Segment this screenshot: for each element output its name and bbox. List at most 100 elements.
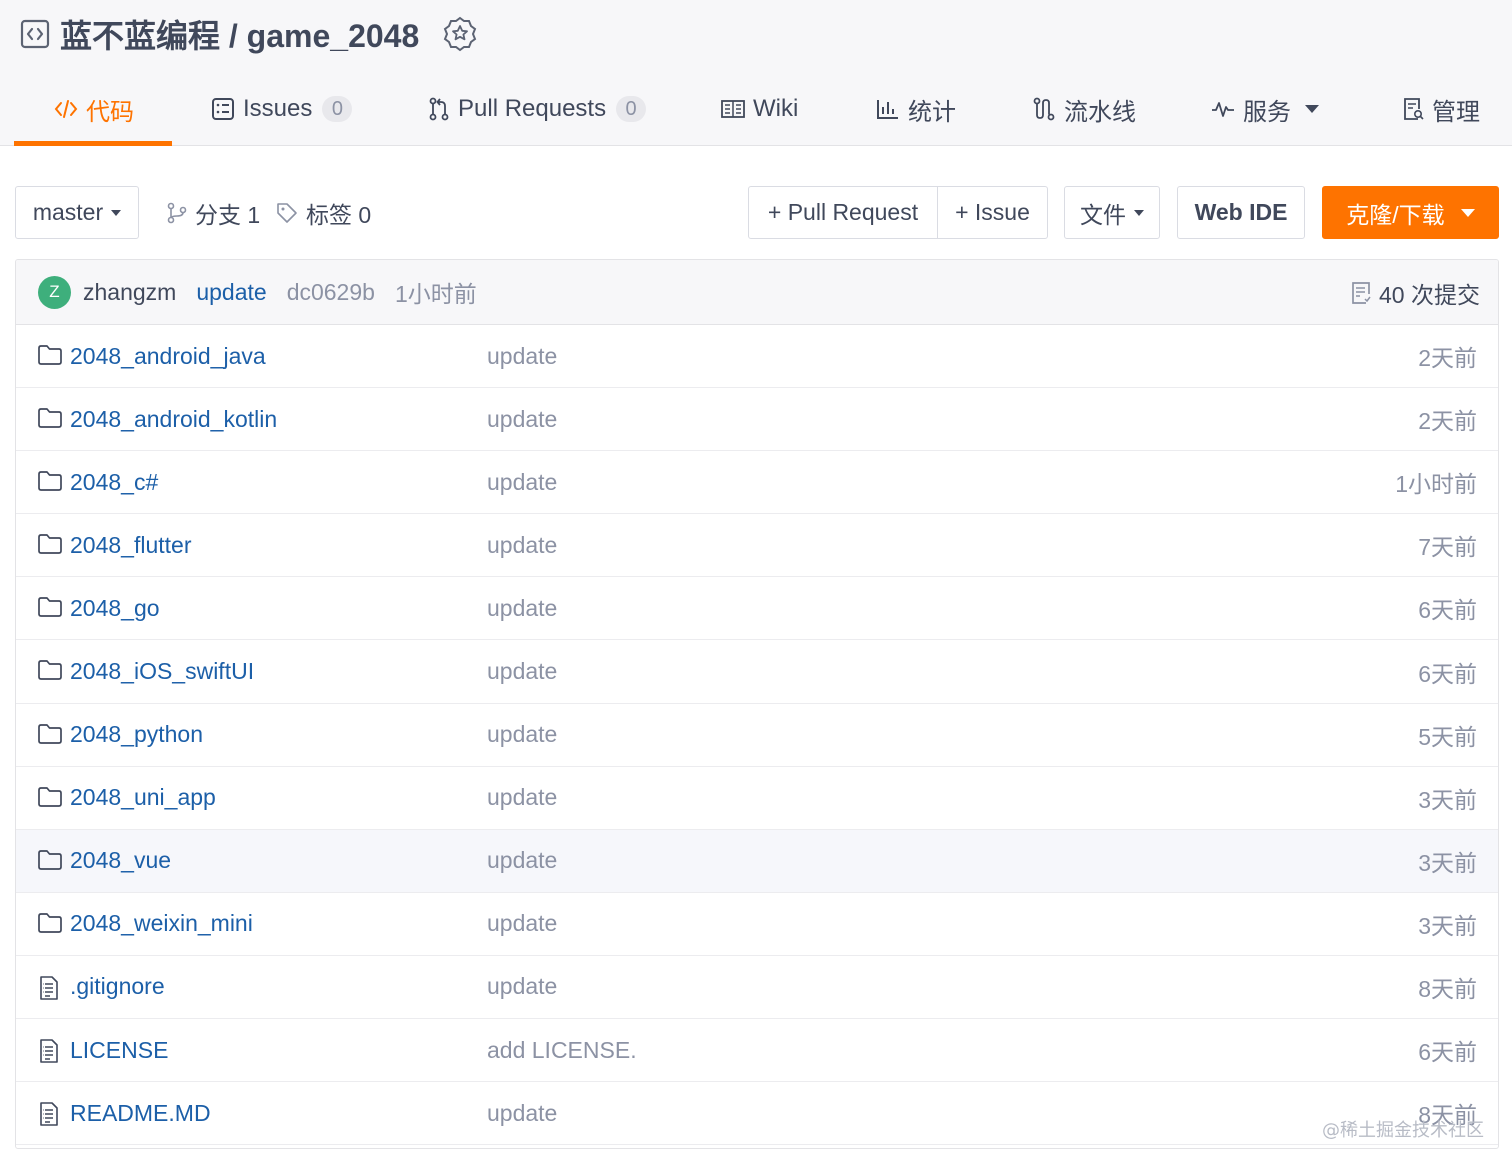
file-name-link[interactable]: 2048_vue [70, 847, 171, 874]
file-name-link[interactable]: .gitignore [70, 973, 165, 1000]
new-pull-request-button[interactable]: + Pull Request [748, 186, 938, 239]
repo-path-link[interactable]: 蓝不蓝编程 / game_2048 [60, 11, 419, 57]
chevron-down-icon [1134, 209, 1144, 216]
file-name-link[interactable]: 2048_android_java [70, 343, 266, 370]
file-commit-message[interactable]: update [487, 406, 557, 433]
avatar[interactable]: Z [38, 275, 71, 309]
branches-count: 分支 1 [195, 201, 261, 228]
table-row[interactable]: 2048_android_java update 2天前 [16, 325, 1498, 389]
file-commit-message[interactable]: update [487, 343, 557, 370]
file-commit-message[interactable]: update [487, 1100, 557, 1127]
folder-icon [37, 659, 63, 683]
tab-pipeline-label: 流水线 [1064, 98, 1136, 126]
file-commit-message[interactable]: update [487, 658, 557, 685]
file-commit-message[interactable]: update [487, 973, 557, 1000]
commit-count-link[interactable]: 40 次提交 [1351, 260, 1480, 325]
file-commit-message[interactable]: update [487, 469, 557, 496]
file-name-link[interactable]: 2048_python [70, 721, 203, 748]
tab-issues-label: Issues [243, 95, 313, 122]
web-ide-button[interactable]: Web IDE [1177, 186, 1305, 239]
table-row[interactable]: .gitignore update 8天前 [16, 956, 1498, 1020]
table-row[interactable]: 2048_weixin_mini update 3天前 [16, 893, 1498, 956]
file-icon [37, 1038, 63, 1063]
folder-icon [37, 912, 63, 936]
file-name-link[interactable]: LICENSE [70, 1037, 168, 1064]
file-commit-message[interactable]: update [487, 847, 557, 874]
tab-stats[interactable]: 统计 [876, 72, 956, 146]
file-commit-time: 8天前 [1418, 975, 1477, 1002]
file-commit-time: 2天前 [1418, 345, 1477, 372]
file-menu-label: 文件 [1080, 201, 1126, 228]
table-row[interactable]: 2048_python update 5天前 [16, 704, 1498, 767]
table-row[interactable]: 2048_vue update 3天前 [16, 829, 1498, 893]
pipeline-icon [1033, 97, 1055, 121]
branch-select-label: master [32, 199, 104, 225]
file-name-link[interactable]: 2048_flutter [70, 532, 191, 559]
file-commit-message[interactable]: add LICENSE. [487, 1037, 637, 1064]
file-commit-message[interactable]: update [487, 532, 557, 559]
folder-icon [37, 470, 63, 494]
tab-wiki[interactable]: Wiki [721, 72, 798, 146]
file-name-link[interactable]: 2048_c# [70, 469, 158, 496]
file-commit-time: 2天前 [1418, 408, 1477, 435]
repo-tabs: 代码 Issues 0 Pull Requests 0 Wiki 统计 流水线 [14, 72, 1498, 146]
new-issue-label: + Issue [955, 199, 1030, 225]
file-commit-time: 3天前 [1418, 912, 1477, 939]
file-name-link[interactable]: 2048_iOS_swiftUI [70, 658, 254, 685]
recommended-badge-icon[interactable] [443, 16, 477, 52]
file-commit-time: 3天前 [1418, 849, 1477, 876]
file-commit-time: 6天前 [1418, 1039, 1477, 1066]
commit-hash[interactable]: dc0629b [287, 279, 375, 306]
file-commit-message[interactable]: update [487, 595, 557, 622]
file-name-link[interactable]: 2048_go [70, 595, 160, 622]
watermark: @稀土掘金技术社区 [1322, 1120, 1484, 1141]
folder-icon [37, 849, 63, 873]
clone-download-button[interactable]: 克隆/下载 [1322, 186, 1499, 239]
clone-download-label: 克隆/下载 [1346, 201, 1445, 228]
tab-service-label: 服务 [1243, 98, 1291, 126]
table-row[interactable]: 2048_iOS_swiftUI update 6天前 [16, 640, 1498, 704]
repo-toolbar: master 分支 1 标签 0 + Pull Request + Issue … [15, 186, 1499, 240]
repo-header: 蓝不蓝编程 / game_2048 代码 Issues 0 Pull Reque… [0, 0, 1512, 146]
file-commit-message[interactable]: update [487, 910, 557, 937]
tab-code[interactable]: 代码 [54, 72, 134, 146]
file-name-link[interactable]: README.MD [70, 1100, 211, 1127]
table-row[interactable]: 2048_c# update 1小时前 [16, 451, 1498, 515]
file-commit-message[interactable]: update [487, 721, 557, 748]
tab-pipeline[interactable]: 流水线 [1032, 72, 1136, 146]
table-row[interactable]: 2048_android_kotlin update 2天前 [16, 388, 1498, 452]
folder-icon [37, 723, 63, 747]
file-name-link[interactable]: 2048_weixin_mini [70, 910, 253, 937]
tab-pull-requests[interactable]: Pull Requests 0 [428, 72, 647, 146]
table-row[interactable]: README.MD update 8天前 [16, 1082, 1498, 1146]
table-row[interactable]: 2048_uni_app update 3天前 [16, 767, 1498, 830]
file-rows: 2048_android_java update 2天前 2048_android_k… [16, 325, 1498, 1146]
branch-icon [167, 202, 187, 223]
tab-issues[interactable]: Issues 0 [211, 72, 353, 146]
branches-link[interactable]: 分支 1 [167, 186, 260, 239]
tags-count: 标签 0 [306, 201, 372, 228]
file-commit-time: 6天前 [1418, 597, 1477, 624]
file-menu-button[interactable]: 文件 [1064, 186, 1160, 239]
tags-link[interactable]: 标签 0 [276, 186, 371, 239]
file-commit-time: 5天前 [1418, 723, 1477, 750]
folder-icon [37, 786, 63, 810]
tab-manage[interactable]: 管理 [1402, 72, 1480, 146]
commit-message[interactable]: update [196, 279, 266, 306]
tab-service[interactable]: 服务 [1211, 72, 1319, 146]
branch-select[interactable]: master [15, 186, 139, 239]
chevron-down-icon [1460, 208, 1475, 217]
file-commit-message[interactable]: update [487, 784, 557, 811]
table-row[interactable]: 2048_go update 6天前 [16, 577, 1498, 641]
file-commit-time: 1小时前 [1395, 471, 1477, 498]
pull-request-icon [429, 97, 449, 121]
commit-author[interactable]: zhangzm [83, 279, 176, 306]
chevron-down-icon [111, 209, 122, 216]
new-issue-button[interactable]: + Issue [937, 186, 1048, 239]
file-name-link[interactable]: 2048_uni_app [70, 784, 216, 811]
table-row[interactable]: LICENSE add LICENSE. 6天前 [16, 1019, 1498, 1083]
table-row[interactable]: 2048_flutter update 7天前 [16, 514, 1498, 578]
tab-manage-label: 管理 [1432, 98, 1480, 126]
folder-icon [37, 533, 63, 557]
file-name-link[interactable]: 2048_android_kotlin [70, 406, 277, 433]
